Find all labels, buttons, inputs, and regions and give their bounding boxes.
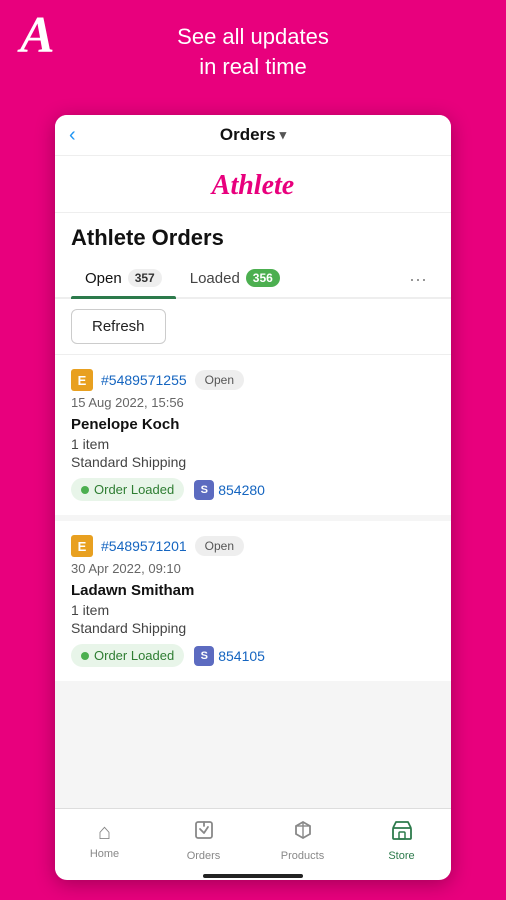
order-date: 15 Aug 2022, 15:56 — [71, 395, 435, 410]
orders-list: E #5489571255 Open 15 Aug 2022, 15:56 Pe… — [55, 355, 451, 687]
nav-title: Orders ▾ — [220, 125, 286, 145]
order-number[interactable]: #5489571201 — [101, 538, 187, 554]
table-row: E #5489571201 Open 30 Apr 2022, 09:10 La… — [55, 521, 451, 687]
order-shipping: Standard Shipping — [71, 620, 435, 636]
phone-shell: ‹ Orders ▾ Athlete Athlete Orders Open 3… — [55, 115, 451, 880]
nav-bar: ‹ Orders ▾ — [55, 115, 451, 156]
order-customer: Ladawn Smitham — [71, 582, 435, 599]
nav-item-orders[interactable]: Orders — [154, 815, 253, 866]
brand-header: Athlete — [55, 156, 451, 213]
bottom-nav: ⌂ Home Orders Products — [55, 808, 451, 870]
refresh-section: Refresh — [55, 299, 451, 355]
status-badge: Open — [195, 536, 244, 556]
page-title: Athlete Orders — [71, 225, 435, 251]
tab-loaded[interactable]: Loaded 356 — [176, 261, 294, 297]
tab-loaded-badge: 356 — [246, 269, 280, 287]
order-icon: E — [71, 535, 93, 557]
order-number[interactable]: #5489571255 — [101, 372, 187, 388]
logo-icon: A — [20, 10, 55, 62]
table-row: E #5489571255 Open 15 Aug 2022, 15:56 Pe… — [55, 355, 451, 521]
order-customer: Penelope Koch — [71, 416, 435, 433]
order-loaded-label: Order Loaded — [94, 482, 174, 497]
shopify-icon: S — [194, 646, 214, 666]
tab-open[interactable]: Open 357 — [71, 261, 176, 297]
order-loaded-badge: Order Loaded — [71, 478, 184, 501]
tab-open-badge: 357 — [128, 269, 162, 287]
content-area: Athlete Athlete Orders Open 357 Loaded 3… — [55, 156, 451, 808]
shopify-icon: S — [194, 480, 214, 500]
nav-orders-label: Orders — [187, 850, 221, 862]
orders-icon — [193, 819, 215, 847]
store-icon — [391, 819, 413, 847]
page-title-section: Athlete Orders — [55, 213, 451, 251]
shopify-number[interactable]: 854105 — [218, 648, 265, 664]
status-badge: Open — [195, 370, 244, 390]
chevron-down-icon: ▾ — [280, 127, 287, 143]
tab-open-label: Open — [85, 270, 122, 287]
order-items: 1 item — [71, 436, 435, 452]
nav-store-label: Store — [388, 850, 414, 862]
order-icon: E — [71, 369, 93, 391]
back-button[interactable]: ‹ — [69, 124, 76, 147]
shopify-ref: S 854105 — [194, 646, 265, 666]
home-bar — [203, 874, 303, 878]
nav-item-home[interactable]: ⌂ Home — [55, 815, 154, 866]
nav-products-label: Products — [281, 850, 324, 862]
order-loaded-label: Order Loaded — [94, 648, 174, 663]
nav-home-label: Home — [90, 848, 119, 860]
loaded-dot-icon — [81, 486, 89, 494]
brand-name: Athlete — [55, 170, 451, 202]
products-icon — [292, 819, 314, 847]
shopify-number[interactable]: 854280 — [218, 482, 265, 498]
order-loaded-badge: Order Loaded — [71, 644, 184, 667]
top-banner: A See all updates in real time — [0, 0, 506, 95]
tagline: See all updates in real time — [177, 22, 329, 81]
loaded-dot-icon — [81, 652, 89, 660]
order-date: 30 Apr 2022, 09:10 — [71, 561, 435, 576]
order-items: 1 item — [71, 602, 435, 618]
home-icon: ⌂ — [98, 819, 111, 845]
shopify-ref: S 854280 — [194, 480, 265, 500]
tabs-more-button[interactable]: ··· — [401, 265, 435, 294]
tabs-container: Open 357 Loaded 356 ··· — [55, 251, 451, 299]
nav-item-products[interactable]: Products — [253, 815, 352, 866]
nav-item-store[interactable]: Store — [352, 815, 451, 866]
order-shipping: Standard Shipping — [71, 454, 435, 470]
tab-loaded-label: Loaded — [190, 270, 240, 287]
refresh-button[interactable]: Refresh — [71, 309, 166, 344]
